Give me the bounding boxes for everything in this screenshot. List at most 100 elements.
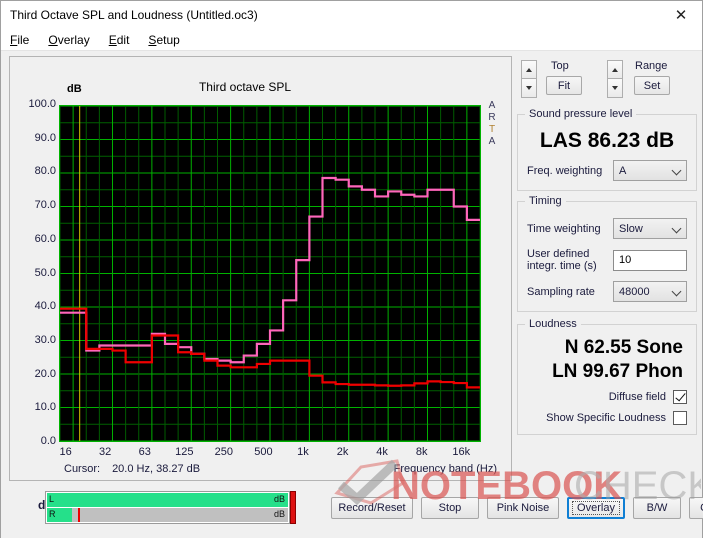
menu-item-edit[interactable]: Edit	[109, 33, 130, 47]
top-spinner-up[interactable]	[521, 60, 537, 79]
meter-channel-left: L dB	[47, 493, 288, 507]
x-tick-label: 16	[59, 446, 72, 458]
y-tick-label: 100.0	[28, 98, 56, 110]
spl-legend: Sound pressure level	[525, 108, 637, 120]
meter-fill-left	[47, 493, 288, 507]
x-axis-ticks: 16 32 63 125 250 500 1k 2k 4k 8k 16k	[59, 446, 483, 462]
specific-loudness-checkbox[interactable]	[673, 411, 687, 425]
clip-indicator	[290, 491, 296, 524]
application-window: Third Octave SPL and Loudness (Untitled.…	[0, 0, 703, 538]
x-tick-label: 16k	[452, 446, 471, 458]
specific-loudness-row: Show Specific Loudness	[527, 411, 687, 425]
time-weighting-row: Time weighting Slow	[527, 218, 687, 239]
chart-series	[60, 176, 480, 389]
y-axis-label: dB	[67, 83, 82, 95]
y-axis-ticks: 100.0 90.0 80.0 70.0 60.0 50.0 40.0 30.0 20.0 10.…	[10, 98, 56, 447]
y-tick-label: 80.0	[34, 165, 56, 178]
y-tick-label: 10.0	[34, 401, 56, 414]
close-icon[interactable]: ✕	[660, 1, 702, 29]
divider	[1, 50, 702, 51]
sampling-rate-row: Sampling rate 48000	[527, 281, 687, 302]
menu-item-setup[interactable]: Setup	[148, 33, 179, 47]
y-tick-label: 90.0	[34, 131, 56, 144]
bottom-toolbar: dBFS L dB R dB Record/Reset Stop Pink No…	[1, 485, 703, 538]
diffuse-field-label: Diffuse field	[608, 391, 666, 403]
diffuse-field-row: Diffuse field	[527, 390, 687, 404]
x-tick-label: 63	[138, 446, 151, 458]
y-tick-label: 50.0	[34, 266, 56, 279]
freq-weighting-label: Freq. weighting	[527, 164, 603, 177]
spl-value: LAS 86.23 dB	[539, 129, 675, 152]
cursor-value: 20.0 Hz, 38.27 dB	[112, 463, 201, 475]
y-tick-label: 70.0	[34, 199, 56, 212]
meter-channel-right: R dB	[47, 508, 288, 522]
cursor-label: Cursor:	[64, 463, 101, 475]
integration-time-label: User defined integr. time (s)	[527, 248, 597, 272]
sampling-rate-value: 48000	[619, 285, 650, 298]
x-tick-label: 4k	[376, 446, 388, 458]
x-tick-label: 8k	[415, 446, 428, 458]
x-tick-label: 500	[254, 446, 273, 458]
overlay-button[interactable]: Overlay	[567, 497, 625, 519]
top-spinner[interactable]	[521, 60, 537, 98]
arta-watermark-text: ARTA	[488, 100, 496, 147]
range-spinner-up[interactable]	[607, 60, 623, 79]
menu-bar: File Overlay Edit Setup	[1, 29, 702, 50]
copy-button[interactable]: Copy	[689, 497, 703, 519]
timing-group: Timing Time weighting Slow User defined …	[517, 195, 697, 312]
sampling-rate-label: Sampling rate	[527, 285, 595, 298]
title-bar: Third Octave SPL and Loudness (Untitled.…	[1, 1, 702, 29]
meter-channel-label-right: R	[49, 509, 56, 519]
sampling-rate-select[interactable]: 48000	[613, 281, 687, 302]
top-fit-button[interactable]: Fit	[546, 76, 582, 95]
meter-unit-right: dB	[273, 509, 285, 519]
bw-button[interactable]: B/W	[633, 497, 681, 519]
integration-time-value: 10	[619, 254, 632, 266]
y-tick-label: 20.0	[34, 367, 56, 380]
x-tick-label: 32	[99, 446, 112, 458]
range-label: Range	[635, 60, 668, 72]
cursor-readout: Cursor: 20.0 Hz, 38.27 dB	[64, 463, 200, 475]
menu-item-file[interactable]: File	[10, 33, 29, 47]
top-label: Top	[551, 60, 569, 72]
right-panel: Top Fit Range Set Sound pressure level L…	[517, 56, 697, 435]
loudness-legend: Loudness	[525, 318, 581, 330]
x-axis-label: Frequency band (Hz)	[393, 463, 497, 475]
y-tick-label: 60.0	[34, 232, 56, 245]
integration-time-row: User defined integr. time (s) 10	[527, 245, 687, 275]
level-meter: L dB R dB	[45, 491, 290, 524]
loudness-sone-value: N 62.55 Sone	[564, 337, 683, 358]
range-spinner-down[interactable]	[607, 79, 623, 98]
range-spinner[interactable]	[607, 60, 623, 98]
time-weighting-label: Time weighting	[527, 222, 601, 235]
meter-channel-label-left: L	[49, 494, 55, 504]
loudness-group: Loudness N 62.55 Sone LN 99.67 Phon Diff…	[517, 318, 697, 435]
freq-weighting-row: Freq. weighting A	[527, 160, 687, 181]
loudness-phon-value: LN 99.67 Phon	[552, 361, 683, 382]
x-tick-label: 2k	[336, 446, 349, 458]
top-spinner-down[interactable]	[521, 79, 537, 98]
freq-weighting-value: A	[619, 164, 627, 177]
diffuse-field-checkbox[interactable]	[673, 390, 687, 404]
y-tick-label: 40.0	[34, 300, 56, 313]
scale-controls: Top Fit Range Set	[517, 56, 697, 104]
record-reset-button[interactable]: Record/Reset	[331, 497, 413, 519]
stop-button[interactable]: Stop	[421, 497, 479, 519]
plot-area[interactable]	[59, 105, 481, 442]
window-title: Third Octave SPL and Loudness (Untitled.…	[10, 8, 258, 22]
x-tick-label: 125	[175, 446, 194, 458]
chevron-down-icon	[671, 223, 682, 234]
integration-time-input[interactable]: 10	[613, 249, 687, 271]
freq-weighting-select[interactable]: A	[613, 160, 687, 181]
time-weighting-select[interactable]: Slow	[613, 218, 687, 239]
range-set-button[interactable]: Set	[634, 76, 670, 95]
pink-noise-button[interactable]: Pink Noise	[487, 497, 559, 519]
menu-item-overlay[interactable]: Overlay	[48, 33, 89, 47]
meter-unit-left: dB	[273, 494, 285, 504]
chart-panel: Third octave SPL dB ARTA 100.0 90.0 80.0 70…	[9, 56, 512, 481]
chevron-down-icon	[671, 165, 682, 176]
specific-loudness-label: Show Specific Loudness	[546, 412, 666, 424]
timing-legend: Timing	[525, 195, 566, 207]
x-tick-label: 250	[214, 446, 234, 458]
y-tick-label: 0.0	[40, 435, 56, 447]
